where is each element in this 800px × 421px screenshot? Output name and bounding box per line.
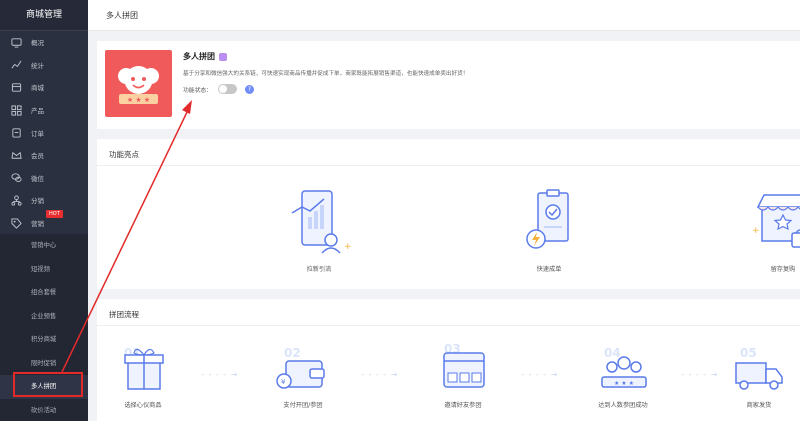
feature-label: 快速成单 <box>536 266 562 273</box>
repurchase-shop-icon: + <box>752 194 800 248</box>
step-label: 商家发货 <box>746 402 772 409</box>
clipboard-icon <box>10 127 22 139</box>
step-number: 05 <box>740 346 757 360</box>
highlight-box <box>13 372 83 397</box>
network-icon <box>10 194 22 206</box>
sidebar-item-wechat[interactable]: 微信 <box>0 167 88 190</box>
submenu-item[interactable]: 企业预售 <box>0 305 88 329</box>
vip-badge-icon <box>219 52 227 61</box>
help-icon[interactable]: ? <box>245 84 254 94</box>
sidebar-item-label: 分销 <box>31 197 44 206</box>
submenu-item[interactable]: 短视频 <box>0 258 88 282</box>
group-buy-logo: ★ ★ ★ <box>105 50 172 117</box>
sidebar-item-orders[interactable]: 订单 <box>0 121 88 144</box>
feature-label: 留存复购 <box>770 266 796 273</box>
sidebar-item-stats[interactable]: 统计 <box>0 54 88 77</box>
section-title: 拼团流程 <box>109 310 139 319</box>
sidebar-item-label: 订单 <box>31 129 44 138</box>
sidebar-item-mall[interactable]: 商城 <box>0 76 88 99</box>
submenu-item[interactable]: 组合套餐 <box>0 281 88 305</box>
svg-text:★ ★ ★: ★ ★ ★ <box>614 380 634 387</box>
growth-phone-icon: + <box>291 190 352 254</box>
step-label: 选择心仪商品 <box>124 402 162 409</box>
store-icon <box>10 81 22 93</box>
sidebar-item-distribution[interactable]: 分销 <box>0 189 88 212</box>
step-label: 邀请好友参团 <box>444 402 482 409</box>
feature-title: 多人拼团 <box>183 51 227 62</box>
step-connector: - - - - → <box>681 370 719 379</box>
page-header: 多人拼团 <box>88 0 800 31</box>
breadcrumb: 多人拼团 <box>106 11 138 20</box>
feature-title-text: 多人拼团 <box>183 52 215 61</box>
wechat-icon <box>10 172 22 184</box>
process-step: 03 邀请好友参团 <box>423 339 503 409</box>
svg-text:+: + <box>752 226 760 236</box>
sidebar-item-label: 微信 <box>31 174 44 183</box>
sidebar-item-overview[interactable]: 概况 <box>0 31 88 54</box>
monitor-icon <box>10 36 22 48</box>
sidebar-item-marketing[interactable]: 营销 HOT <box>0 209 88 235</box>
group-icon: 04 ★ ★ ★ <box>601 346 647 388</box>
truck-icon: 05 <box>735 346 783 390</box>
step-connector: - - - - → <box>361 370 399 379</box>
feature-item: 快速成单 <box>509 187 589 273</box>
process-step: 02 ¥ 支付开团/参团 <box>263 339 343 409</box>
section-title: 功能亮点 <box>109 150 139 159</box>
process-step: 01 选择心仪商品 <box>103 339 183 409</box>
feature-description: 基于分享和微信强大的关系链，可快速实现商品传播并促成下单，商家既能拓展销售渠道，… <box>183 71 469 77</box>
sidebar-item-label: 商城 <box>31 84 44 93</box>
process-step: 05 商家发货 <box>719 339 799 409</box>
step-number: 02 <box>284 346 301 360</box>
sidebar-item-label: 会员 <box>31 152 44 161</box>
sidebar-item-products[interactable]: 产品 <box>0 99 88 122</box>
sidebar-nav: 概况 统计 商城 产品 订单 会员 微信 分销 营销 HOT <box>0 31 88 234</box>
feature-item: + 留存复购 <box>743 187 800 273</box>
status-toggle[interactable] <box>218 84 237 94</box>
step-number: 04 <box>604 346 621 360</box>
fast-order-icon <box>526 189 569 249</box>
chart-icon <box>10 59 22 71</box>
grid-icon <box>10 104 22 116</box>
submenu-item[interactable]: 砍价活动 <box>0 399 88 421</box>
sidebar-item-label: 营销 <box>31 220 44 229</box>
divider <box>97 165 800 166</box>
svg-text:+: + <box>344 242 352 252</box>
feature-item: + 拉新引流 <box>279 187 359 273</box>
features-card: 功能亮点 + 拉新引流 快速成单 + 留存复购 <box>97 139 800 289</box>
gift-icon: 01 <box>124 346 164 390</box>
crown-icon <box>10 149 22 161</box>
submenu-item[interactable]: 营销中心 <box>0 234 88 258</box>
step-label: 支付开团/参团 <box>283 402 323 409</box>
sidebar-item-members[interactable]: 会员 <box>0 144 88 167</box>
wallet-icon: 02 ¥ <box>276 346 325 389</box>
status-row: 功能状态： ? <box>183 84 254 94</box>
submenu-item[interactable]: 积分商城 <box>0 328 88 352</box>
step-connector: - - - - → <box>521 370 559 379</box>
sidebar-item-label: 统计 <box>31 61 44 70</box>
process-step: 04 ★ ★ ★ 达到人数参团成功 <box>583 339 663 409</box>
sidebar: 商城管理 概况 统计 商城 产品 订单 会员 微信 分销 营销 HOT 营销中心… <box>0 0 88 421</box>
process-card: 拼团流程 01 选择心仪商品 - - - - → 02 ¥ 支付开团/参团 - … <box>97 299 800 421</box>
sidebar-title: 商城管理 <box>0 0 88 31</box>
step-connector: - - - - → <box>201 370 239 379</box>
feature-label: 拉新引流 <box>306 266 332 273</box>
sidebar-item-label: 概况 <box>31 39 44 48</box>
invite-screen-icon: 03 <box>443 342 485 388</box>
svg-text:★ ★ ★: ★ ★ ★ <box>127 96 150 104</box>
divider <box>97 325 800 326</box>
sidebar-item-label: 产品 <box>31 107 44 116</box>
feature-info-card: ★ ★ ★ 多人拼团 基于分享和微信强大的关系链，可快速实现商品传播并促成下单，… <box>97 41 800 129</box>
hot-badge: HOT <box>46 209 63 218</box>
svg-text:¥: ¥ <box>281 378 286 386</box>
step-label: 达到人数参团成功 <box>598 402 648 409</box>
tag-icon <box>10 217 22 229</box>
status-label: 功能状态： <box>183 87 212 94</box>
